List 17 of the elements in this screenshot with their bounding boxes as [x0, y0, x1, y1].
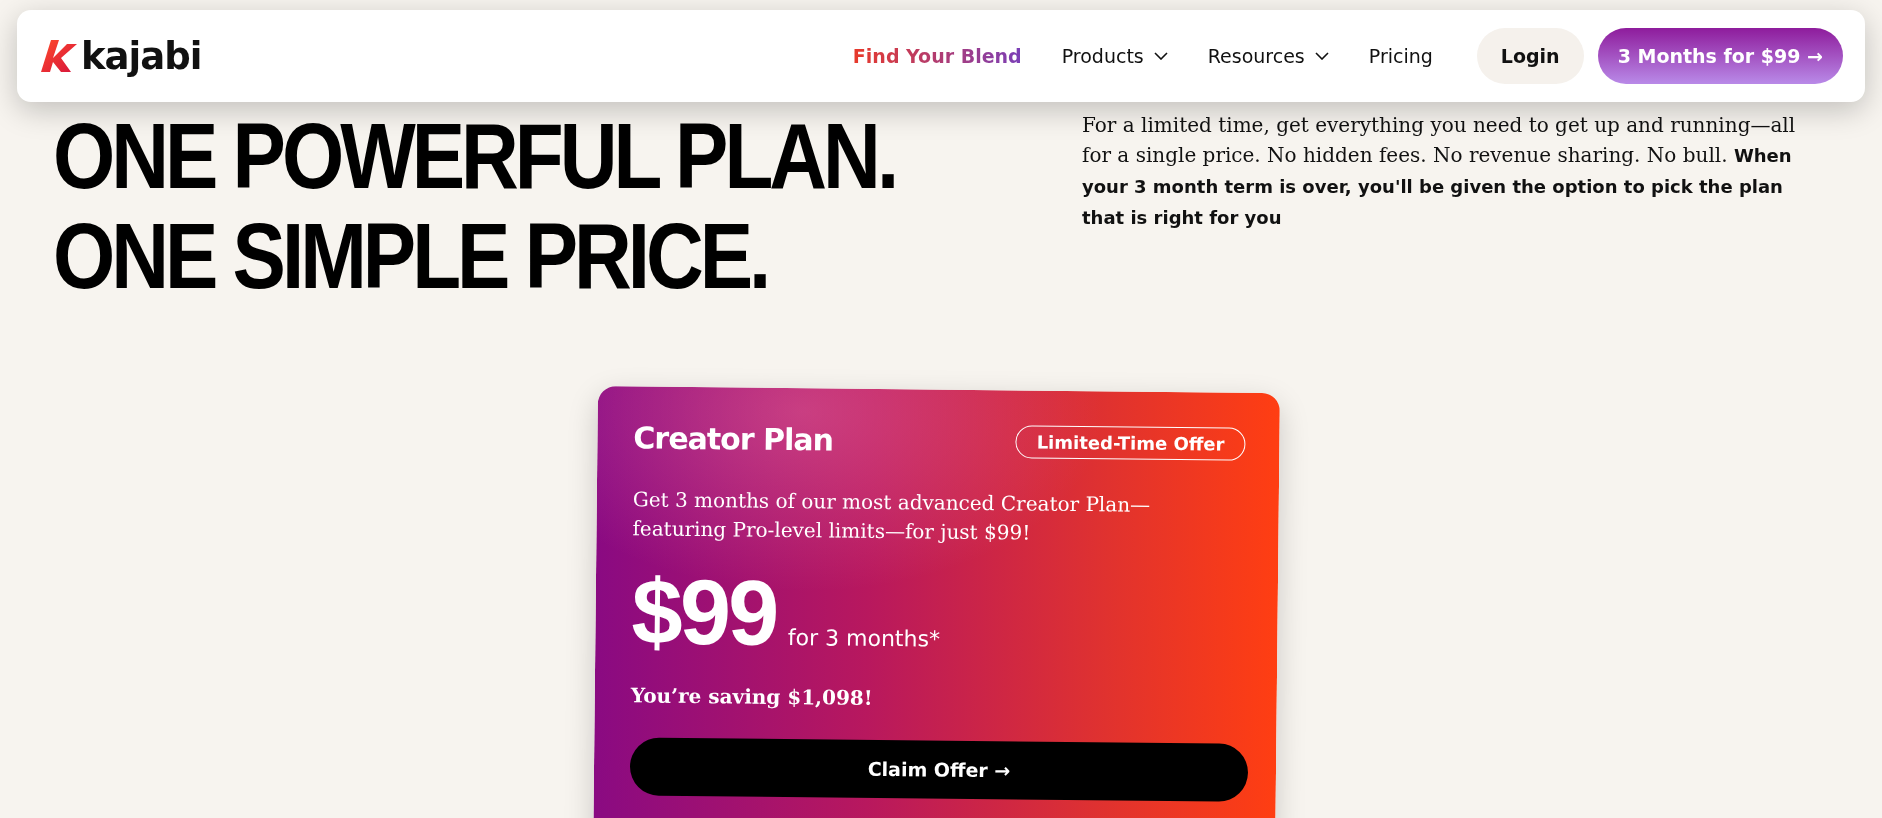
logo-icon — [39, 38, 79, 74]
intro-paragraph: For a limited time, get everything you need to get up and running—all for a single price. No hidden fees. No revenue sharing. No bull. When your 3 month term is over, you'll be given the option to pick the plan that is right for you — [1082, 112, 1797, 230]
login-button[interactable]: Login — [1476, 28, 1584, 84]
plan-description: Get 3 months of our most advanced Creator Plan—featuring Pro-level limits—for just $99! — [632, 486, 1152, 547]
nav-link[interactable]: Pricing — [1368, 45, 1433, 67]
price: $99 — [631, 561, 777, 663]
saving-text: You’re saving $1,098! — [630, 683, 874, 712]
logo-text[interactable]: kajabi — [81, 34, 202, 78]
price-term: for 3 months* — [787, 625, 941, 652]
nav-menu[interactable]: Resources — [1207, 45, 1329, 67]
nav-menu[interactable]: Products — [1061, 45, 1168, 67]
plan-title: Creator Plan — [633, 420, 834, 458]
chevron-down-icon — [1153, 52, 1168, 60]
chevron-down-icon — [1314, 52, 1329, 60]
claim-offer-button[interactable]: Claim Offer → — [629, 737, 1249, 802]
offer-button[interactable]: 3 Months for $99 → — [1597, 28, 1843, 84]
headline: ONE POWERFUL PLAN. ONE SIMPLE PRICE. — [53, 106, 896, 307]
